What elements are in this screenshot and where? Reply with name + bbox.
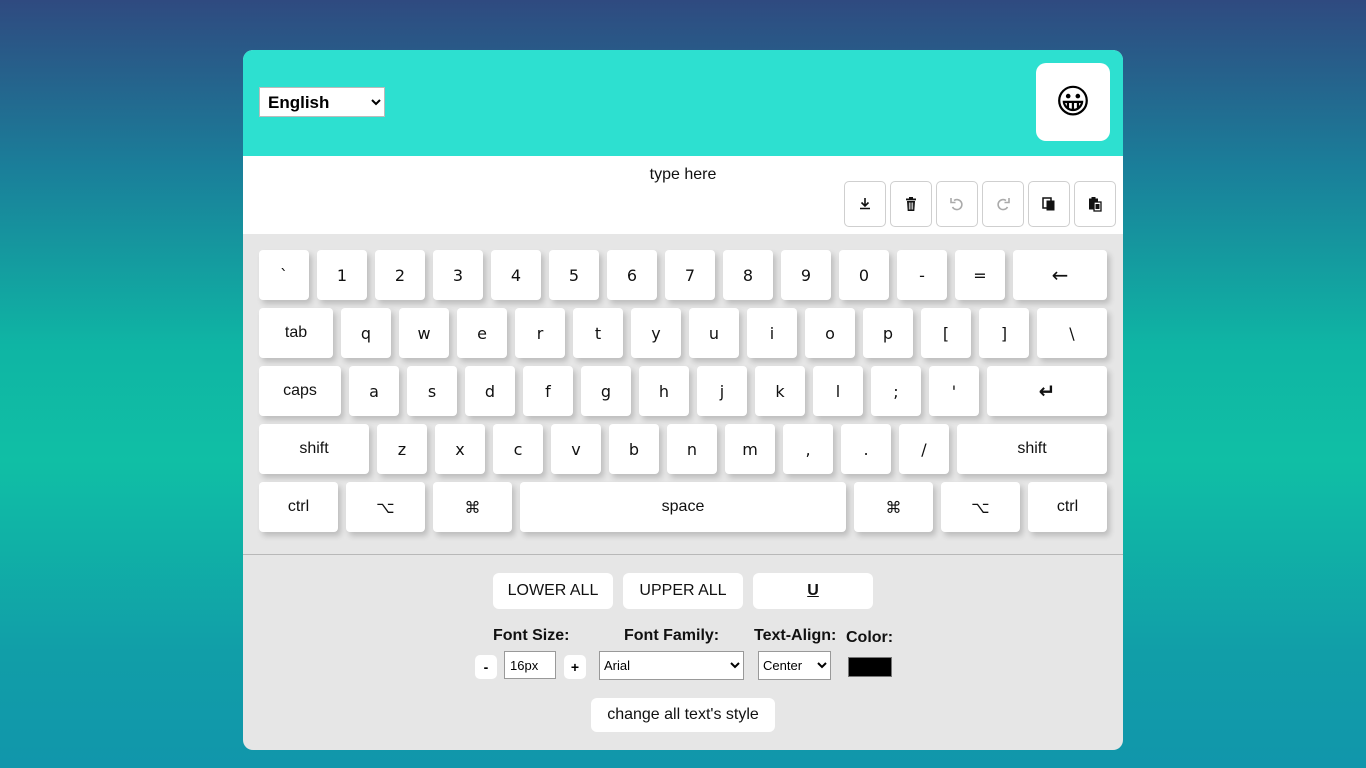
key-v[interactable]: v xyxy=(551,424,601,474)
keyboard: ` 1 2 3 4 5 6 7 8 9 0 - = ← tab q w e r … xyxy=(243,234,1123,554)
key-e[interactable]: e xyxy=(457,308,507,358)
key-t[interactable]: t xyxy=(573,308,623,358)
key-option-left[interactable]: ⌥ xyxy=(346,482,425,532)
key-quote[interactable]: ' xyxy=(929,366,979,416)
key-p[interactable]: p xyxy=(863,308,913,358)
key-g[interactable]: g xyxy=(581,366,631,416)
key-ctrl-right[interactable]: ctrl xyxy=(1028,482,1107,532)
key-equals[interactable]: = xyxy=(955,250,1005,300)
delete-button[interactable] xyxy=(890,181,932,227)
language-select[interactable]: English xyxy=(259,87,385,117)
font-size-decrease-button[interactable]: - xyxy=(475,655,497,679)
download-icon xyxy=(860,198,870,210)
key-f[interactable]: f xyxy=(523,366,573,416)
color-picker[interactable] xyxy=(848,657,892,677)
key-caps[interactable]: caps xyxy=(259,366,341,416)
key-8[interactable]: 8 xyxy=(723,250,773,300)
grinning-face-emoji: 😀 xyxy=(1055,82,1091,122)
key-9[interactable]: 9 xyxy=(781,250,831,300)
key-command-right[interactable]: ⌘ xyxy=(854,482,933,532)
header-bar: English 😀 xyxy=(243,50,1123,156)
key-enter[interactable]: ↵ xyxy=(987,366,1107,416)
key-b[interactable]: b xyxy=(609,424,659,474)
key-s[interactable]: s xyxy=(407,366,457,416)
key-open-bracket[interactable]: [ xyxy=(921,308,971,358)
key-ctrl-left[interactable]: ctrl xyxy=(259,482,338,532)
copy-icon xyxy=(1042,197,1055,211)
virtual-keyboard-app: English 😀 type here ` 1 2 3 4 5 6 7 8 9 … xyxy=(243,50,1123,750)
divider xyxy=(243,554,1123,555)
key-space[interactable]: space xyxy=(520,482,846,532)
paste-button[interactable] xyxy=(1074,181,1116,227)
trash-icon xyxy=(906,197,916,211)
key-option-right[interactable]: ⌥ xyxy=(941,482,1020,532)
font-size-input[interactable] xyxy=(504,651,556,679)
key-n[interactable]: n xyxy=(667,424,717,474)
key-y[interactable]: y xyxy=(631,308,681,358)
key-6[interactable]: 6 xyxy=(607,250,657,300)
key-command-left[interactable]: ⌘ xyxy=(433,482,512,532)
text-editor[interactable]: type here xyxy=(243,156,1123,234)
key-w[interactable]: w xyxy=(399,308,449,358)
key-i[interactable]: i xyxy=(747,308,797,358)
font-size-label: Font Size: xyxy=(493,627,570,644)
key-c[interactable]: c xyxy=(493,424,543,474)
download-button[interactable] xyxy=(844,181,886,227)
upper-all-button[interactable]: UPPER ALL xyxy=(623,573,743,609)
key-tab[interactable]: tab xyxy=(259,308,333,358)
key-q[interactable]: q xyxy=(341,308,391,358)
key-backslash[interactable]: \ xyxy=(1037,308,1107,358)
key-k[interactable]: k xyxy=(755,366,805,416)
paste-icon xyxy=(1089,197,1102,212)
key-4[interactable]: 4 xyxy=(491,250,541,300)
key-r[interactable]: r xyxy=(515,308,565,358)
key-shift-left[interactable]: shift xyxy=(259,424,369,474)
key-semicolon[interactable]: ; xyxy=(871,366,921,416)
key-1[interactable]: 1 xyxy=(317,250,367,300)
lower-all-button[interactable]: LOWER ALL xyxy=(493,573,613,609)
key-7[interactable]: 7 xyxy=(665,250,715,300)
undo-icon xyxy=(950,198,963,211)
key-2[interactable]: 2 xyxy=(375,250,425,300)
text-align-select[interactable]: Center xyxy=(758,651,831,680)
color-label: Color: xyxy=(846,629,894,646)
font-family-label: Font Family: xyxy=(624,627,720,644)
key-h[interactable]: h xyxy=(639,366,689,416)
key-l[interactable]: l xyxy=(813,366,863,416)
key-m[interactable]: m xyxy=(725,424,775,474)
copy-button[interactable] xyxy=(1028,181,1070,227)
redo-button[interactable] xyxy=(982,181,1024,227)
key-slash[interactable]: / xyxy=(899,424,949,474)
key-close-bracket[interactable]: ] xyxy=(979,308,1029,358)
key-u[interactable]: u xyxy=(689,308,739,358)
key-backspace[interactable]: ← xyxy=(1013,250,1107,300)
font-size-increase-button[interactable]: + xyxy=(564,655,586,679)
key-5[interactable]: 5 xyxy=(549,250,599,300)
key-minus[interactable]: - xyxy=(897,250,947,300)
key-shift-right[interactable]: shift xyxy=(957,424,1107,474)
key-a[interactable]: a xyxy=(349,366,399,416)
redo-icon xyxy=(997,198,1010,211)
key-d[interactable]: d xyxy=(465,366,515,416)
key-x[interactable]: x xyxy=(435,424,485,474)
key-comma[interactable]: , xyxy=(783,424,833,474)
change-all-style-button[interactable]: change all text's style xyxy=(591,698,775,732)
key-3[interactable]: 3 xyxy=(433,250,483,300)
text-align-label: Text-Align: xyxy=(754,627,837,644)
font-family-select[interactable]: Arial xyxy=(599,651,744,680)
undo-button[interactable] xyxy=(936,181,978,227)
key-o[interactable]: o xyxy=(805,308,855,358)
key-z[interactable]: z xyxy=(377,424,427,474)
key-backtick[interactable]: ` xyxy=(259,250,309,300)
key-j[interactable]: j xyxy=(697,366,747,416)
emoji-button[interactable]: 😀 xyxy=(1036,63,1110,141)
underline-button[interactable]: U xyxy=(753,573,873,609)
key-0[interactable]: 0 xyxy=(839,250,889,300)
key-period[interactable]: . xyxy=(841,424,891,474)
